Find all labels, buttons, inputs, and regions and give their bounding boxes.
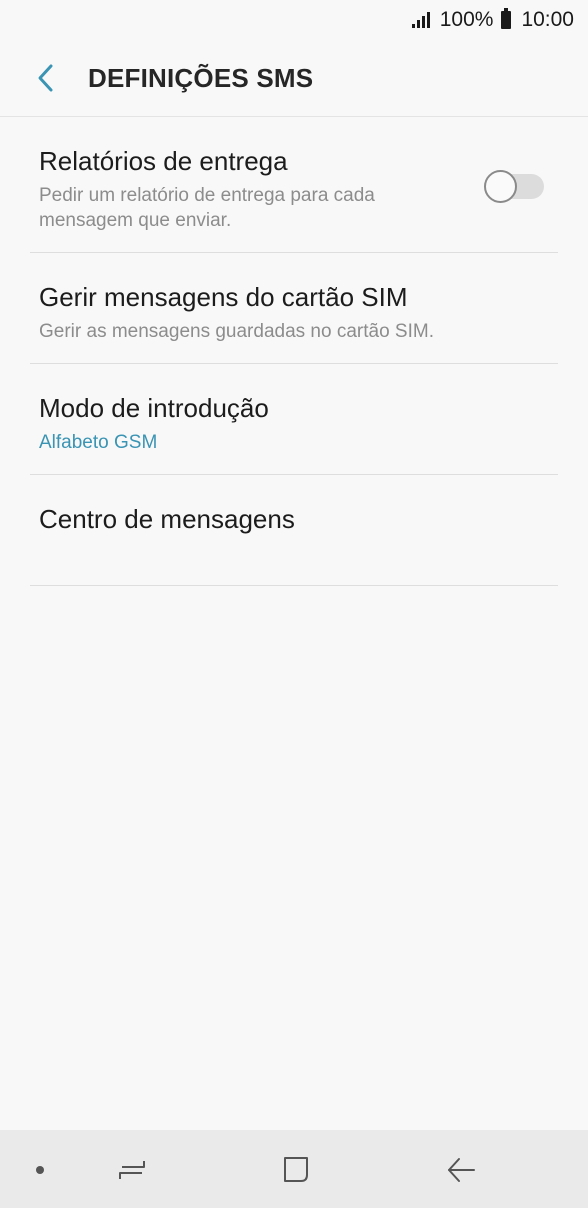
app-header: DEFINIÇÕES SMS xyxy=(0,40,588,117)
setting-input-mode[interactable]: Modo de introdução Alfabeto GSM xyxy=(30,364,558,475)
setting-summary: Pedir um relatório de entrega para cada … xyxy=(39,185,375,231)
page-title: DEFINIÇÕES SMS xyxy=(88,62,314,93)
home-icon xyxy=(284,1157,308,1182)
chevron-left-icon xyxy=(38,64,53,92)
setting-title: Centro de mensagens xyxy=(39,504,295,534)
toggle-thumb xyxy=(484,170,517,203)
setting-title: Gerir mensagens do cartão SIM xyxy=(39,282,408,312)
setting-message-center[interactable]: Centro de mensagens xyxy=(30,475,558,586)
delivery-reports-toggle[interactable] xyxy=(484,170,544,203)
setting-manage-sim-messages[interactable]: Gerir mensagens do cartão SIM Gerir as m… xyxy=(30,253,558,364)
recents-icon xyxy=(119,1161,145,1179)
dot-icon xyxy=(36,1166,44,1174)
setting-title: Modo de introdução xyxy=(39,393,269,423)
clock: 10:00 xyxy=(521,8,574,31)
setting-value: Alfabeto GSM xyxy=(39,432,158,453)
nav-dot-button[interactable] xyxy=(20,1150,60,1190)
recents-button[interactable] xyxy=(112,1150,152,1190)
battery-icon xyxy=(501,8,512,29)
setting-delivery-reports[interactable]: Relatórios de entrega Pedir um relatório… xyxy=(30,117,558,253)
setting-title: Relatórios de entrega xyxy=(39,146,288,176)
back-nav-button[interactable] xyxy=(441,1150,481,1190)
settings-list: Relatórios de entrega Pedir um relatório… xyxy=(30,117,558,586)
back-button[interactable] xyxy=(26,58,66,98)
back-arrow-icon xyxy=(448,1158,475,1182)
navigation-bar xyxy=(0,1130,588,1208)
home-button[interactable] xyxy=(276,1150,316,1190)
status-bar: 100% 10:00 xyxy=(0,0,588,40)
battery-percent: 100% xyxy=(439,8,494,31)
signal-icon xyxy=(411,12,430,28)
setting-summary: Gerir as mensagens guardadas no cartão S… xyxy=(39,321,434,342)
